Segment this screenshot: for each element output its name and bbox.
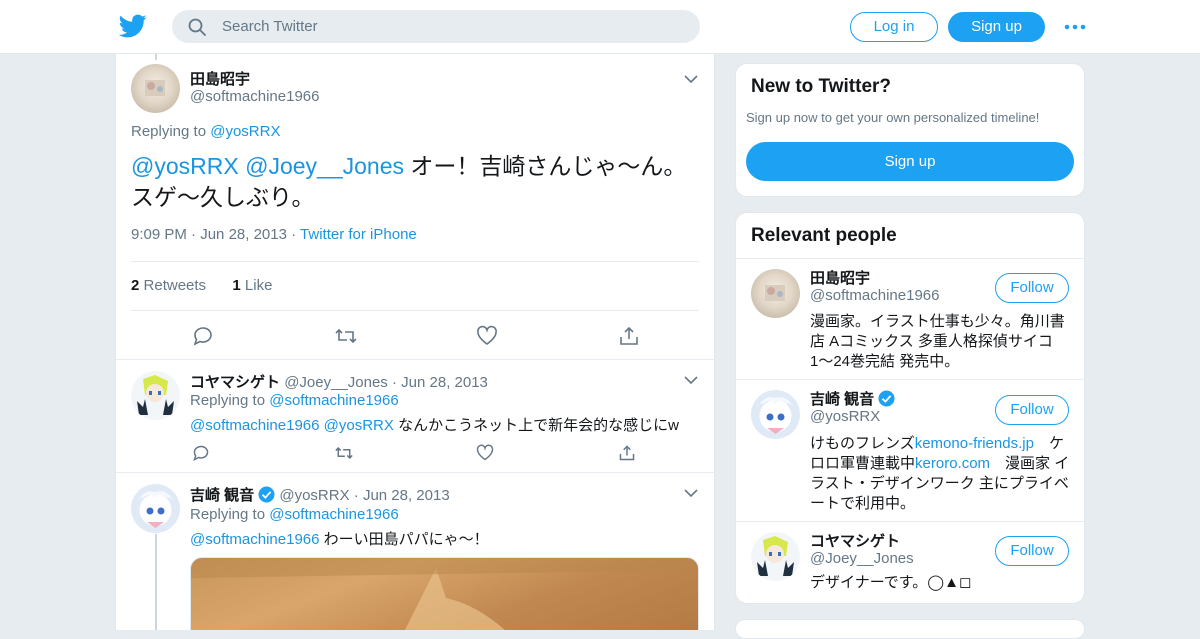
tweet-date[interactable]: Jun 28, 2013	[401, 374, 488, 391]
author-name[interactable]: 田島昭宇	[190, 68, 250, 89]
person-item: 田島昭宇 @softmachine1966 Follow 漫画家。イラスト仕事も…	[736, 258, 1084, 379]
chevron-down-icon[interactable]	[684, 375, 698, 385]
relevant-people-card: Relevant people 田島昭宇 @softmachine1966 Fo…	[735, 212, 1085, 604]
search-input[interactable]	[222, 10, 682, 43]
reply-icon	[193, 445, 209, 461]
reply-button[interactable]	[192, 325, 334, 347]
reply-header: コヤマシゲト @Joey__Jones · Jun 28, 2013	[190, 374, 488, 391]
tweet-actions	[192, 325, 714, 347]
person-handle[interactable]: @yosRRX	[810, 408, 880, 425]
follow-button[interactable]: Follow	[995, 273, 1069, 303]
retweet-button[interactable]	[334, 444, 476, 466]
tweet-meta: 9:09 PM · Jun 28, 2013 · Twitter for iPh…	[131, 226, 417, 243]
replying-to-link[interactable]: @softmachine1966	[269, 506, 398, 523]
mention-link[interactable]: @softmachine1966	[190, 417, 319, 434]
tweet-source[interactable]: Twitter for iPhone	[300, 226, 417, 243]
tweet-text: @softmachine1966 @yosRRX なんかこうネット上で新年会的な…	[190, 417, 679, 434]
author-name[interactable]: 吉崎 観音	[190, 487, 254, 504]
replying-to: Replying to @softmachine1966	[190, 392, 399, 409]
verified-badge-icon	[878, 390, 895, 407]
top-bar: Log in Sign up	[0, 0, 1200, 54]
replying-to-link[interactable]: @yosRRX	[210, 123, 280, 140]
person-handle[interactable]: @softmachine1966	[810, 287, 939, 304]
avatar[interactable]	[751, 269, 800, 318]
person-bio: けものフレンズkemono-friends.jp ケロロ軍曹連載中keroro.…	[810, 435, 1070, 512]
like-stat[interactable]: 1 Like	[232, 277, 272, 294]
timeline-column: 田島昭宇 @softmachine1966 Replying to @yosRR…	[115, 54, 715, 630]
mention-link[interactable]: @softmachine1966	[190, 531, 319, 548]
retweet-icon	[335, 447, 353, 459]
mention-link[interactable]: @yosRRX	[131, 153, 239, 179]
avatar[interactable]	[131, 484, 180, 533]
bio-link[interactable]: keroro.com	[915, 455, 990, 472]
tweet-date[interactable]: Jun 28, 2013	[363, 487, 450, 504]
avatar[interactable]	[131, 371, 180, 420]
replying-to-link[interactable]: @softmachine1966	[269, 392, 398, 409]
chevron-down-icon[interactable]	[684, 74, 698, 84]
chevron-down-icon[interactable]	[684, 488, 698, 498]
person-bio: デザイナーです。◯▲◻	[810, 574, 972, 591]
person-handle[interactable]: @Joey__Jones	[810, 550, 914, 567]
tweet-photo[interactable]	[190, 557, 699, 630]
author-handle[interactable]: @softmachine1966	[190, 88, 319, 105]
avatar[interactable]	[751, 390, 800, 439]
retweet-button[interactable]	[334, 325, 476, 347]
person-bio: 漫画家。イラスト仕事も少々。角川書店 Aコミックス 多重人格探偵サイコ 1〜24…	[810, 313, 1065, 370]
reply-header: 吉崎 観音 @yosRRX · Jun 28, 2013	[190, 486, 450, 504]
author-name[interactable]: コヤマシゲト	[190, 374, 280, 391]
signup-card: New to Twitter? Sign up now to get your …	[735, 63, 1085, 197]
like-button[interactable]	[476, 444, 618, 466]
tweet-text: @yosRRX @Joey__Jones オー！吉崎さんじゃ～ん。スゲ～久しぶり…	[131, 153, 687, 210]
signup-button[interactable]: Sign up	[948, 12, 1045, 42]
person-item: コヤマシゲト @Joey__Jones Follow デザイナーです。◯▲◻	[736, 521, 1084, 603]
tweet-time[interactable]: 9:09 PM	[131, 226, 187, 243]
person-name[interactable]: 田島昭宇	[810, 267, 870, 288]
retweet-stat[interactable]: 2 Retweets	[131, 277, 206, 294]
signup-card-subtitle: Sign up now to get your own personalized…	[746, 110, 1040, 125]
relevant-people-title: Relevant people	[751, 225, 897, 246]
avatar[interactable]	[751, 532, 800, 581]
heart-icon	[476, 444, 494, 461]
replying-to: Replying to @softmachine1966	[190, 506, 399, 523]
login-button[interactable]: Log in	[850, 12, 938, 42]
author-handle[interactable]: @yosRRX	[279, 487, 349, 504]
tweet-actions	[192, 444, 714, 466]
sidebar-signup-button[interactable]: Sign up	[746, 142, 1074, 181]
replying-to: Replying to @yosRRX	[131, 123, 281, 140]
share-button[interactable]	[618, 325, 714, 347]
share-icon	[620, 326, 638, 345]
next-card	[735, 619, 1085, 639]
verified-badge-icon	[258, 486, 275, 503]
person-name[interactable]: 吉崎 観音	[810, 388, 895, 409]
mention-link[interactable]: @yosRRX	[324, 417, 394, 434]
person-name[interactable]: コヤマシゲト	[810, 530, 900, 551]
tweet-text: @softmachine1966 わーい田島パパにゃ〜！	[190, 531, 489, 548]
reply-button[interactable]	[192, 444, 334, 466]
bio-link[interactable]: kemono-friends.jp	[915, 435, 1034, 452]
author-handle[interactable]: @Joey__Jones	[284, 374, 388, 391]
follow-button[interactable]: Follow	[995, 536, 1069, 566]
more-dots-icon[interactable]	[1064, 18, 1086, 36]
reply-icon	[193, 327, 212, 346]
twitter-bird-icon[interactable]	[119, 12, 147, 40]
search-box[interactable]	[172, 10, 700, 43]
mention-link[interactable]: @Joey__Jones	[245, 153, 404, 179]
signup-card-title: New to Twitter?	[751, 76, 892, 97]
share-icon	[619, 445, 635, 461]
person-item: 吉崎 観音 @yosRRX Follow けものフレンズkemono-frien…	[736, 379, 1084, 521]
reply-tweet: コヤマシゲト @Joey__Jones · Jun 28, 2013 Reply…	[116, 361, 714, 473]
avatar[interactable]	[131, 64, 180, 113]
thread-line	[155, 534, 157, 630]
share-button[interactable]	[618, 444, 714, 466]
like-button[interactable]	[476, 325, 618, 347]
tweet-date[interactable]: Jun 28, 2013	[200, 226, 287, 243]
follow-button[interactable]: Follow	[995, 395, 1069, 425]
main-tweet: 田島昭宇 @softmachine1966 Replying to @yosRR…	[116, 54, 714, 360]
retweet-icon	[335, 328, 357, 344]
search-icon	[188, 18, 206, 36]
tweet-stats: 2 Retweets 1 Like	[131, 261, 699, 311]
heart-icon	[477, 325, 497, 345]
